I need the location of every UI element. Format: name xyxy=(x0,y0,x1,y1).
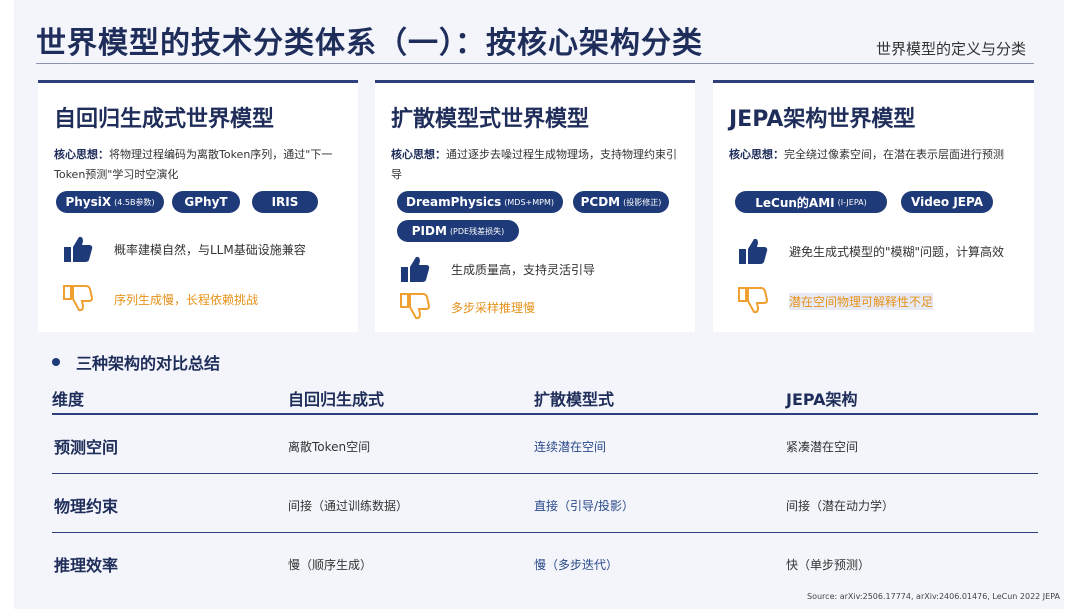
pro-row: 生成质量高，支持灵活引导 xyxy=(399,253,595,285)
thumbs-down-icon xyxy=(400,293,431,320)
thumbs-down-icon xyxy=(738,287,769,314)
card-diffusion: 扩散模型式世界模型 核心思想：通过逐步去噪过程生成物理场，支持物理约束引导 Dr… xyxy=(375,80,695,332)
tag-label: IRIS xyxy=(271,195,299,209)
tag-physix: PhysiX (4.5B参数) xyxy=(56,191,164,213)
tag-ami: LeCun的AMI (I-JEPA) xyxy=(735,191,887,213)
tag-note: (4.5B参数) xyxy=(114,197,155,207)
table-header-jepa: JEPA架构 xyxy=(786,390,858,409)
thumbs-down-icon xyxy=(63,285,94,312)
tag-video-jepa: Video JEPA xyxy=(901,191,993,213)
row-dim-label: 推理效率 xyxy=(54,556,119,575)
tag-iris: IRIS xyxy=(252,191,318,213)
bullet-dot xyxy=(52,358,60,366)
row-dim-label: 预测空间 xyxy=(54,438,119,457)
table-cell: 慢（多步迭代） xyxy=(534,558,619,572)
card-autoregressive: 自回归生成式世界模型 核心思想：将物理过程编码为离散Token序列，通过"下一T… xyxy=(38,80,358,332)
tag-label: LeCun的AMI xyxy=(755,195,835,210)
table-header-rule xyxy=(52,413,1038,415)
con-row: 序列生成慢，长程依赖挑战 xyxy=(62,283,258,315)
table-header-autoregressive: 自回归生成式 xyxy=(288,390,385,409)
card-description: 核心思想：完全绕过像素空间，在潜在表示层面进行预测 xyxy=(729,148,1004,161)
table-cell: 紧凑潜在空间 xyxy=(786,440,859,454)
pro-row: 概率建模自然，与LLM基础设施兼容 xyxy=(62,233,306,265)
tag-gphyt: GPhyT xyxy=(172,191,240,213)
pro-text: 避免生成式模型的"模糊"问题，计算高效 xyxy=(789,244,1005,259)
row-dim-label: 物理约束 xyxy=(54,497,119,516)
page-title: 世界模型的技术分类体系（一）：按核心架构分类 xyxy=(36,26,703,61)
desc-label: 核心思想 xyxy=(391,148,435,161)
tag-label: GPhyT xyxy=(184,195,228,209)
source-citation: Source: arXiv:2506.17774, arXiv:2406.014… xyxy=(807,592,1060,601)
pro-row: 避免生成式模型的"模糊"问题，计算高效 xyxy=(737,235,1004,267)
tag-dreamphysics: DreamPhysics (MDS+MPM) xyxy=(397,191,563,213)
card-description: 核心思想：通过逐步去噪过程生成物理场，支持物理约束引导 xyxy=(391,148,677,181)
table-cell: 慢（顺序生成） xyxy=(288,558,373,572)
tag-label: PhysiX xyxy=(65,195,112,209)
table-cell: 间接（通过训练数据） xyxy=(288,499,409,513)
table-row-divider xyxy=(52,473,1038,474)
table-cell: 连续潜在空间 xyxy=(534,440,607,454)
desc-label: 核心思想 xyxy=(729,148,773,161)
table-row-divider xyxy=(52,532,1038,533)
tag-pidm: PIDM (PDE残差损失) xyxy=(397,220,519,242)
table-cell: 快（单步预测） xyxy=(786,558,871,572)
tag-note: (MDS+MPM) xyxy=(504,197,554,207)
con-text: 序列生成慢，长程依赖挑战 xyxy=(114,292,259,307)
tag-pcdm: PCDM (投影修正) xyxy=(573,191,669,213)
desc-label: 核心思想 xyxy=(54,148,98,161)
tag-label: Video JEPA xyxy=(911,195,983,209)
summary-heading-text: 三种架构的对比总结 xyxy=(76,354,221,373)
table-header-diffusion: 扩散模型式 xyxy=(534,390,615,409)
table-cell: 直接（引导/投影） xyxy=(534,499,635,513)
tag-note: (I-JEPA) xyxy=(837,197,867,207)
con-row: 多步采样推理慢 xyxy=(399,291,535,323)
table-header-dim: 维度 xyxy=(52,390,85,409)
tag-label: PIDM xyxy=(411,224,447,238)
card-jepa: JEPA架构世界模型 核心思想：完全绕过像素空间，在潜在表示层面进行预测 LeC… xyxy=(713,80,1034,332)
card-description: 核心思想：将物理过程编码为离散Token序列，通过"下一Token预测"学习时空… xyxy=(54,148,333,181)
con-text: 潜在空间物理可解释性不足 xyxy=(789,292,934,310)
table-cell: 离散Token空间 xyxy=(288,440,371,454)
page-subtitle: 世界模型的定义与分类 xyxy=(875,40,1026,58)
summary-heading: 三种架构的对比总结 xyxy=(52,350,220,374)
tag-note: (PDE残差损失) xyxy=(449,226,505,236)
tag-label: DreamPhysics xyxy=(405,195,502,209)
con-row: 潜在空间物理可解释性不足 xyxy=(737,285,934,317)
tag-note: (投影修正) xyxy=(623,197,662,207)
tag-label: PCDM xyxy=(580,195,621,209)
title-divider xyxy=(36,63,1034,64)
thumbs-up-icon xyxy=(401,256,430,282)
pro-text: 概率建模自然，与LLM基础设施兼容 xyxy=(114,242,306,257)
table-cell: 间接（潜在动力学） xyxy=(786,499,895,513)
con-text: 多步采样推理慢 xyxy=(451,300,536,315)
slide: 世界模型的技术分类体系（一）：按核心架构分类 世界模型的定义与分类 自回归生成式… xyxy=(14,0,1064,609)
pro-text: 生成质量高，支持灵活引导 xyxy=(451,262,596,277)
desc-text: 完全绕过像素空间，在潜在表示层面进行预测 xyxy=(784,148,1004,161)
thumbs-up-icon xyxy=(739,238,768,264)
card-title: 扩散模型式世界模型 xyxy=(391,107,590,132)
card-title: JEPA架构世界模型 xyxy=(729,107,916,132)
thumbs-up-icon xyxy=(64,236,93,262)
card-title: 自回归生成式世界模型 xyxy=(54,107,275,132)
